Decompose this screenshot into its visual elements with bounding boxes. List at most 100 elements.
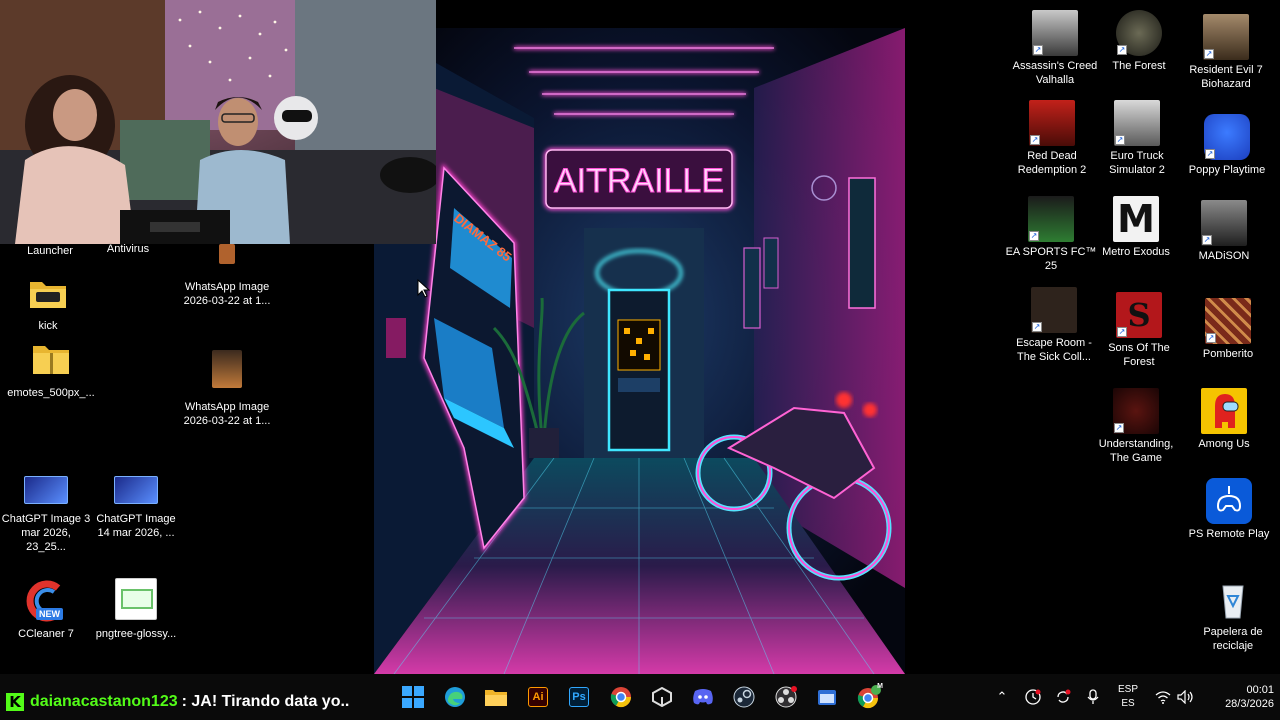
desktop-icon-kick-folder[interactable]: kick — [2, 276, 94, 333]
game-icon — [1201, 388, 1247, 434]
desktop-icon-label: Escape Room - The Sick Coll... — [1016, 337, 1092, 363]
neon-sign-text: AITRAILLE — [554, 162, 724, 200]
desktop-icon-ps-remote-play[interactable]: PS Remote Play — [1183, 478, 1275, 541]
desktop-icon-understanding-the-game[interactable]: ↗ Understanding, The Game — [1090, 388, 1182, 465]
desktop-icon-label: Resident Evil 7 Biohazard — [1189, 64, 1263, 90]
desktop-icon-escape-room[interactable]: ↗ Escape Room - The Sick Coll... — [1008, 287, 1100, 364]
taskbar-illustrator-button[interactable]: Ai — [523, 683, 553, 711]
edge-icon — [445, 687, 465, 707]
desktop-icon-pomberito[interactable]: ↗ Pomberito — [1182, 298, 1274, 361]
sync-icon — [1057, 689, 1071, 703]
game-icon: ↗ — [1031, 287, 1077, 333]
chevron-up-icon: ⌃ — [996, 689, 1008, 704]
recycle-bin-icon — [1210, 576, 1256, 622]
chrome-profile-badge: M — [877, 683, 883, 690]
desktop-icon-label: Pomberito — [1202, 348, 1254, 360]
taskbar-file-explorer-button[interactable] — [481, 683, 511, 711]
obs-icon — [775, 686, 797, 708]
chrome-icon — [610, 687, 632, 708]
desktop-icon-the-forest[interactable]: ↗ The Forest — [1093, 10, 1185, 73]
game-icon: ↗ — [1114, 100, 1160, 146]
desktop-icon-whatsapp-image-1[interactable]: WhatsApp Image 2026-03-22 at 1... — [181, 244, 273, 308]
desktop-icon-madison[interactable]: ↗ MADiSON — [1178, 200, 1270, 263]
tray-app-button[interactable] — [1023, 684, 1043, 710]
image-icon — [212, 350, 242, 388]
tray-volume-button[interactable] — [1176, 684, 1196, 710]
sons-logo-letter: S — [1127, 296, 1151, 334]
desktop-icon-chatgpt-image-2[interactable]: ChatGPT Image 14 mar 2026, ... — [90, 476, 182, 540]
desktop-icon-ccleaner[interactable]: NEW CCleaner 7 — [0, 580, 92, 641]
desktop-icon-sons-of-the-forest[interactable]: S ↗ Sons Of The Forest — [1093, 292, 1185, 369]
clock-time: 00:01 — [1246, 684, 1274, 696]
ps-remote-play-icon — [1206, 478, 1252, 524]
desktop-icon-emotes-zip[interactable]: emotes_500px_... — [5, 342, 97, 400]
tray-microphone-button[interactable] — [1084, 684, 1102, 710]
desktop-icon-chatgpt-image-1[interactable]: ChatGPT Image 3 mar 2026, 23_25... — [0, 476, 92, 554]
desktop-icon-antivirus[interactable]: Antivirus — [82, 230, 174, 256]
taskbar-start-button[interactable] — [398, 683, 428, 711]
desktop-icon-resident-evil[interactable]: ↗ Resident Evil 7 Biohazard — [1180, 14, 1272, 91]
desktop-wallpaper: AITRAILLE DIAMAZ 85 — [374, 28, 905, 674]
desktop-icon-label: Assassin's Creed Valhalla — [1012, 60, 1098, 86]
game-icon: ↗ — [1204, 114, 1250, 160]
taskbar-steam-button[interactable] — [729, 683, 759, 711]
desktop-icon-label: Red Dead Redemption 2 — [1017, 150, 1087, 176]
stream-chat-overlay: K daianacastanon123 : JA! Tirando data y… — [0, 690, 349, 714]
webcam-overlay — [0, 0, 436, 244]
taskbar-clock[interactable]: 00:01 28/3/2026 — [1204, 683, 1274, 711]
desktop-icon-among-us[interactable]: Among Us — [1178, 388, 1270, 451]
taskbar-discord-button[interactable] — [688, 683, 718, 711]
desktop-icon-recycle-bin[interactable]: Papelera de reciclaje — [1187, 576, 1279, 653]
zip-folder-icon — [31, 342, 71, 376]
game-icon: ↗ — [1028, 196, 1074, 242]
taskbar-edge-button[interactable] — [440, 683, 470, 711]
taskbar-unity-button[interactable] — [647, 683, 677, 711]
windows-start-icon — [402, 686, 424, 708]
desktop-icon-red-dead-redemption[interactable]: ↗ Red Dead Redemption 2 — [1006, 100, 1098, 177]
desktop-icon-label: WhatsApp Image 2026-03-22 at 1... — [183, 401, 271, 427]
desktop-icon-label: MADiSON — [1198, 250, 1250, 262]
desktop-icon-assassins-creed[interactable]: ↗ Assassin's Creed Valhalla — [1009, 10, 1101, 87]
desktop-icon-label: EA SPORTS FC™ 25 — [1005, 246, 1097, 272]
desktop-icon-whatsapp-image-2[interactable]: WhatsApp Image 2026-03-22 at 1... — [181, 350, 273, 428]
clock-date: 28/3/2026 — [1225, 698, 1274, 710]
tray-sync-button[interactable] — [1053, 684, 1073, 710]
taskbar-photoshop-button[interactable]: Ps — [564, 683, 594, 711]
file-explorer-icon — [485, 690, 507, 706]
image-icon — [24, 476, 68, 504]
game-icon: ↗ — [1032, 10, 1078, 56]
desktop-icon-label: emotes_500px_... — [7, 387, 95, 399]
desktop-icon-pngtree[interactable]: pngtree-glossy... — [90, 578, 182, 641]
desktop-icon-label: pngtree-glossy... — [95, 628, 177, 640]
tray-wifi-button[interactable] — [1154, 684, 1172, 710]
wifi-icon — [1155, 691, 1171, 704]
desktop-icon-euro-truck-simulator[interactable]: ↗ Euro Truck Simulator 2 — [1091, 100, 1183, 177]
image-icon — [114, 476, 158, 504]
taskbar-chrome-button[interactable] — [606, 683, 636, 711]
unity-icon — [652, 687, 672, 707]
desktop-icon-metro-exodus[interactable]: M Metro Exodus — [1090, 196, 1182, 259]
desktop-icon-label: Launcher — [27, 245, 73, 257]
language-indicator[interactable]: ESP ES — [1116, 683, 1140, 711]
desktop-icon-label: The Forest — [1112, 60, 1166, 72]
desktop-icon-label: Understanding, The Game — [1098, 438, 1174, 464]
desktop-icon-label: kick — [38, 320, 58, 332]
desktop-icon-label: CCleaner 7 — [18, 628, 74, 640]
photoshop-icon: Ps — [569, 687, 589, 707]
taskbar-obs-button[interactable] — [771, 683, 801, 711]
image-icon — [219, 244, 235, 264]
chat-message: : JA! Tirando data yo.. — [181, 693, 350, 710]
desktop-icon-poppy-playtime[interactable]: ↗ Poppy Playtime — [1181, 114, 1273, 177]
game-icon: ↗ — [1116, 10, 1162, 56]
game-icon: ↗ — [1203, 14, 1249, 60]
game-icon: M — [1113, 196, 1159, 242]
tray-clock-app-icon — [1025, 689, 1041, 705]
kick-logo-icon: K — [6, 693, 24, 711]
language-code: ESP — [1117, 684, 1138, 695]
app-window-icon — [818, 690, 836, 705]
taskbar-app-window-button[interactable] — [812, 683, 842, 711]
discord-icon — [693, 689, 713, 705]
taskbar-chrome-profile-button[interactable]: M — [854, 683, 884, 711]
tray-overflow-button[interactable]: ⌃ — [994, 684, 1010, 710]
desktop-icon-ea-sports-fc[interactable]: ↗ EA SPORTS FC™ 25 — [1005, 196, 1097, 273]
